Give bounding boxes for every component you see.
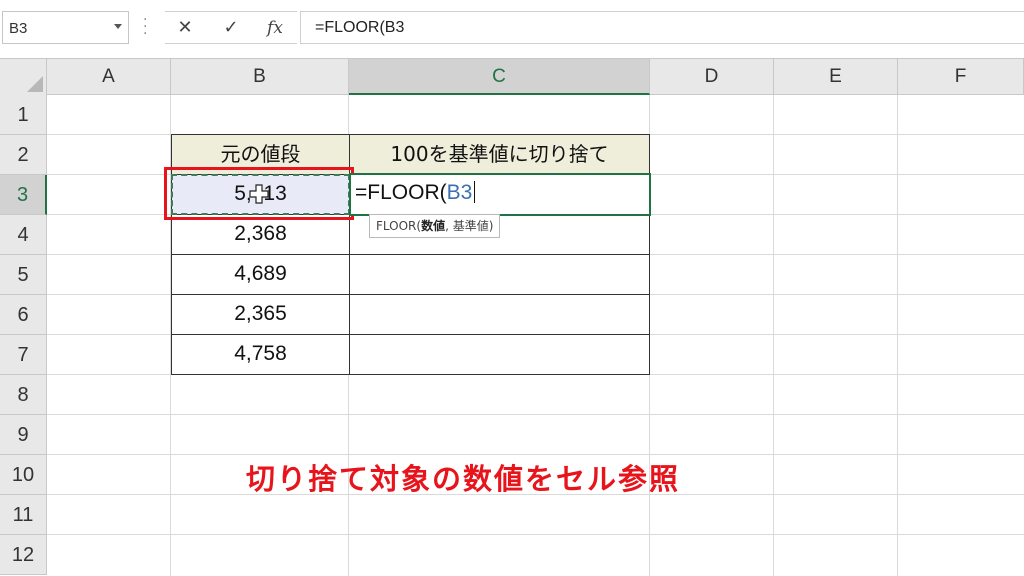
formula-buttons: ✕ ✓ fx — [165, 11, 297, 44]
chevron-down-icon[interactable] — [114, 24, 122, 29]
grid-line — [47, 414, 1024, 415]
name-box[interactable]: B3 — [2, 11, 129, 44]
grid-line — [47, 454, 1024, 455]
row-header-11[interactable]: 11 — [0, 495, 47, 535]
insert-function-icon[interactable]: fx — [263, 16, 287, 40]
enter-icon[interactable]: ✓ — [219, 16, 243, 40]
row-header-2[interactable]: 2 — [0, 135, 47, 175]
cell-cursor-icon — [249, 184, 269, 204]
column-header-f[interactable]: F — [898, 59, 1024, 95]
select-all-button[interactable] — [0, 59, 47, 95]
text-caret — [474, 181, 476, 203]
cell-c3-editor[interactable]: =FLOOR(B3 — [349, 173, 651, 216]
cell-b5[interactable]: 4,689 — [171, 254, 350, 295]
formula-prefix: =FLOOR( — [355, 181, 447, 204]
cell-c6[interactable] — [349, 294, 650, 335]
row-header-1[interactable]: 1 — [0, 95, 47, 135]
select-all-icon — [27, 76, 43, 92]
cell-c5[interactable] — [349, 254, 650, 295]
column-header-d[interactable]: D — [650, 59, 774, 95]
grid-line — [773, 95, 774, 576]
cell-c7[interactable] — [349, 334, 650, 375]
annotation-caption: 切り捨て対象の数値をセル参照 — [246, 462, 681, 496]
cell-c3-formula: =FLOOR(B3 — [355, 181, 476, 205]
column-header-b[interactable]: B — [171, 59, 349, 95]
row-header-3[interactable]: 3 — [0, 175, 47, 215]
row-header-8[interactable]: 8 — [0, 375, 47, 415]
cell-b7[interactable]: 4,758 — [171, 334, 350, 375]
row-header-9[interactable]: 9 — [0, 415, 47, 455]
row-header-4[interactable]: 4 — [0, 215, 47, 255]
row-header-5[interactable]: 5 — [0, 255, 47, 295]
row-header-10[interactable]: 10 — [0, 455, 47, 495]
row-header-7[interactable]: 7 — [0, 335, 47, 375]
cell-c2-header[interactable]: 100を基準値に切り捨て — [349, 134, 650, 175]
cell-b4[interactable]: 2,368 — [171, 214, 350, 255]
formula-reference: B3 — [446, 181, 473, 204]
column-header-a[interactable]: A — [47, 59, 171, 95]
tooltip-arguments-rest: , 基準値) — [445, 219, 494, 233]
column-header-e[interactable]: E — [774, 59, 898, 95]
cell-b6[interactable]: 2,365 — [171, 294, 350, 335]
name-box-value: B3 — [9, 20, 28, 37]
row-header-6[interactable]: 6 — [0, 295, 47, 335]
grid-line — [47, 534, 1024, 535]
tooltip-argument-current[interactable]: 数値 — [421, 219, 445, 233]
column-header-row: A B C D E F — [0, 58, 1024, 95]
grid-line — [897, 95, 898, 576]
drag-handle-icon[interactable]: · · · — [143, 13, 147, 41]
tooltip-function: FLOOR( — [376, 219, 422, 233]
formula-text: =FLOOR(B3 — [315, 19, 405, 36]
formula-bar: B3 · · · ✕ ✓ fx =FLOOR(B3 — [0, 0, 1024, 58]
column-header-c[interactable]: C — [349, 59, 650, 95]
row-header-12[interactable]: 12 — [0, 535, 47, 575]
cancel-icon[interactable]: ✕ — [173, 16, 197, 40]
function-tooltip[interactable]: FLOOR(数値, 基準値) — [369, 214, 501, 238]
formula-input[interactable]: =FLOOR(B3 — [300, 11, 1024, 44]
